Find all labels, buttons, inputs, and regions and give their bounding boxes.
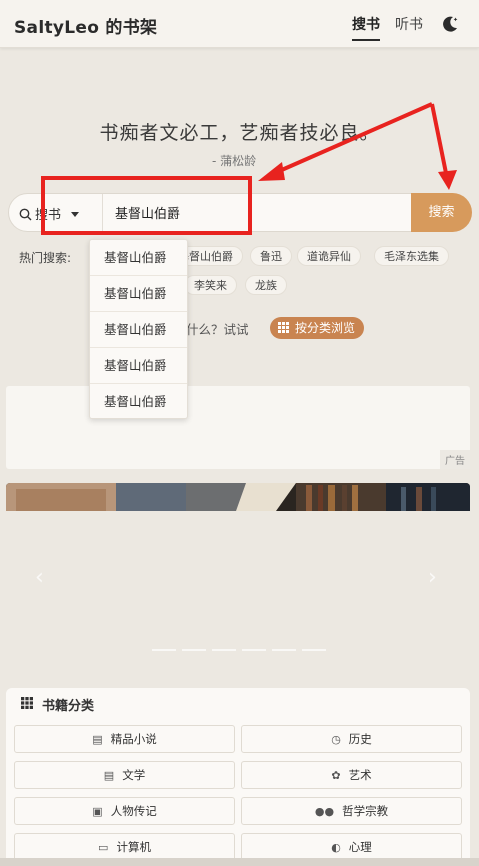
arrow-to-input	[267, 102, 433, 178]
annotation-overlay	[41, 102, 457, 235]
arrow-head-icon	[258, 162, 285, 181]
highlight-box	[41, 176, 252, 235]
arrow-to-search-button	[430, 103, 449, 179]
arrow-head-icon	[438, 170, 457, 190]
